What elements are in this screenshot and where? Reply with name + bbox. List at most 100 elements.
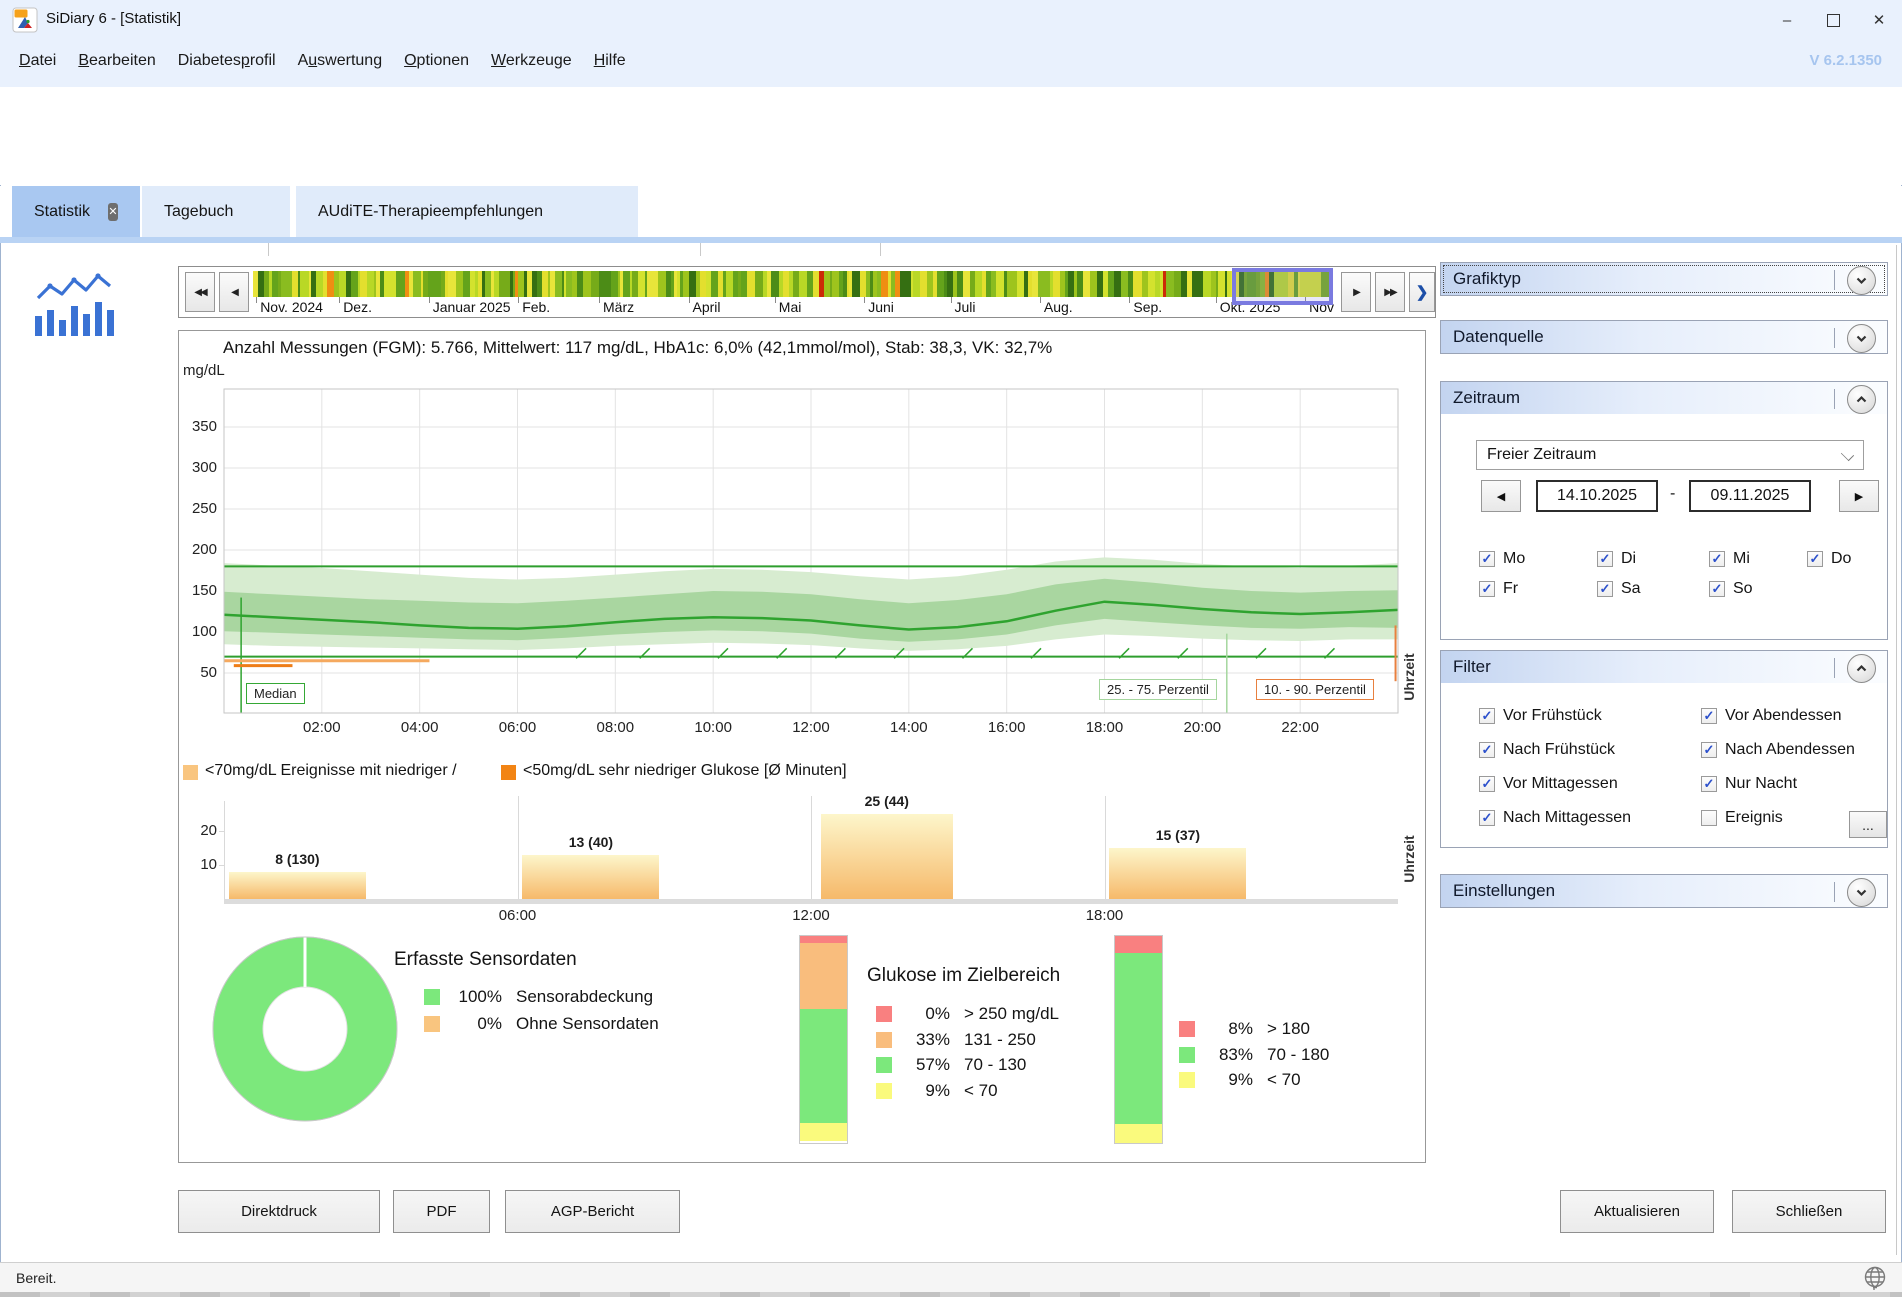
tab-label: Statistik [34, 203, 90, 221]
tab-statistik[interactable]: Statistik ✕ [12, 186, 140, 237]
panel-header-filter[interactable]: Filter [1440, 650, 1888, 684]
legend-label: < 70 [1267, 1070, 1301, 1090]
checkbox-nach-mittagessen[interactable]: ✓Nach Mittagessen [1479, 807, 1701, 828]
legend-swatch [876, 1083, 892, 1099]
menu-auswertung[interactable]: Auswertung [298, 52, 383, 70]
checkbox-checked-icon[interactable]: ✓ [1479, 810, 1495, 826]
checkbox-checked-icon[interactable]: ✓ [1709, 551, 1725, 567]
chevron-up-icon[interactable] [1847, 654, 1876, 683]
timeline-selection[interactable] [1232, 268, 1333, 305]
tab-close-icon[interactable]: ✕ [108, 203, 118, 221]
timeline-heatmap[interactable] [253, 271, 1331, 297]
schlie-en-button[interactable]: Schließen [1732, 1190, 1886, 1233]
legend-swatch [424, 989, 440, 1005]
timeline-month-label: Nov. 2024 [260, 299, 323, 315]
menu-hilfe[interactable]: Hilfe [594, 52, 626, 70]
checkbox-checked-icon[interactable]: ✓ [1709, 581, 1725, 597]
checkbox-vor-abendessen[interactable]: ✓Vor Abendessen [1701, 705, 1887, 726]
menu-datei[interactable]: Datei [19, 52, 56, 70]
panel-header-grafiktyp[interactable]: Grafiktyp [1440, 262, 1888, 296]
checkbox-checked-icon[interactable]: ✓ [1597, 551, 1613, 567]
panel-title: Grafiktyp [1453, 269, 1521, 289]
tir-stacked-bar-simple [1114, 935, 1163, 1144]
checkbox-checked-icon[interactable]: ✓ [1701, 708, 1717, 724]
checkbox-checked-icon[interactable]: ✓ [1479, 708, 1495, 724]
tab-tagebuch[interactable]: Tagebuch [142, 186, 290, 237]
checkbox-sa[interactable]: ✓Sa [1597, 578, 1709, 599]
menu-diabetesprofil[interactable]: Diabetesprofil [178, 52, 276, 70]
low-events-y-tickmark [219, 831, 225, 832]
maximize-button[interactable] [1810, 0, 1856, 40]
timeline-month-tick [951, 297, 952, 303]
chevron-up-icon[interactable] [1847, 385, 1876, 414]
chevron-down-icon[interactable] [1847, 878, 1876, 907]
panel-title: Einstellungen [1453, 881, 1555, 901]
timeline-last-button[interactable]: ▶▶ [1375, 272, 1405, 312]
timeline-prev-button[interactable]: ◀ [219, 272, 249, 312]
legend-pct: 33% [902, 1030, 950, 1050]
tab-audite-therapieempfehlungen[interactable]: AUdiTE-Therapieempfehlungen [296, 186, 638, 237]
aktualisieren-button[interactable]: Aktualisieren [1560, 1190, 1714, 1233]
checkbox-checked-icon[interactable]: ✓ [1701, 776, 1717, 792]
menu-optionen[interactable]: Optionen [404, 52, 469, 70]
legend-label: 131 - 250 [964, 1030, 1036, 1050]
direktdruck-button[interactable]: Direktdruck [178, 1190, 380, 1233]
legend-pct: 83% [1205, 1045, 1253, 1065]
minimize-button[interactable]: – [1764, 0, 1810, 40]
menu-werkzeuge[interactable]: Werkzeuge [491, 52, 572, 70]
status-text: Bereit. [16, 1270, 56, 1286]
checkbox-vor-fr-hst-ck[interactable]: ✓Vor Frühstück [1479, 705, 1701, 726]
panel-header-datenquelle[interactable]: Datenquelle [1440, 320, 1888, 354]
chevron-down-icon[interactable] [1847, 324, 1876, 353]
checkbox-label: Nur Nacht [1725, 775, 1797, 793]
checkbox-checked-icon[interactable]: ✓ [1479, 581, 1495, 597]
toolbar [0, 87, 1902, 185]
filter-more-button[interactable]: ... [1849, 811, 1887, 838]
tir-stacked-bar-detailed [799, 935, 848, 1144]
tab-label: AUdiTE-Therapieempfehlungen [318, 203, 543, 221]
checkbox-fr[interactable]: ✓Fr [1479, 578, 1597, 599]
low-events-y-tick: 20 [191, 822, 217, 839]
checkbox-di[interactable]: ✓Di [1597, 548, 1709, 569]
checkbox-vor-mittagessen[interactable]: ✓Vor Mittagessen [1479, 773, 1701, 794]
tir-legend-row: 0%> 250 mg/dL [876, 1004, 1059, 1024]
panel-title: Datenquelle [1453, 327, 1544, 347]
checkbox-checked-icon[interactable]: ✓ [1479, 742, 1495, 758]
panel-header-einstellungen[interactable]: Einstellungen [1440, 874, 1888, 908]
date-to-field[interactable] [1689, 480, 1811, 512]
checkbox-label: Mo [1503, 550, 1525, 568]
agp-y-tick: 250 [179, 500, 217, 517]
checkbox-nach-abendessen[interactable]: ✓Nach Abendessen [1701, 739, 1887, 760]
close-button[interactable]: ✕ [1856, 0, 1902, 40]
checkbox-mo[interactable]: ✓ Mo [1479, 548, 1597, 569]
checkbox-checked-icon[interactable]: ✓ [1807, 551, 1823, 567]
timeline-forward-button[interactable]: ❯ [1409, 272, 1435, 312]
timeline-next-button[interactable]: ▶ [1341, 272, 1371, 312]
panel-header-zeitraum[interactable]: Zeitraum [1440, 381, 1888, 415]
zeitraum-preset-select[interactable]: Freier Zeitraum [1476, 440, 1864, 470]
checkbox-checked-icon[interactable]: ✓ [1479, 551, 1495, 567]
legend-swatch [876, 1006, 892, 1022]
checkbox-nur-nacht[interactable]: ✓ Nur Nacht [1701, 773, 1887, 794]
version-label: V 6.2.1350 [1809, 52, 1882, 69]
checkbox-mi[interactable]: ✓Mi [1709, 548, 1807, 569]
date-prev-button[interactable]: ◀ [1481, 480, 1521, 512]
date-next-button[interactable]: ▶ [1839, 480, 1879, 512]
agp-bericht-button[interactable]: AGP-Bericht [505, 1190, 680, 1233]
checkbox-checked-icon[interactable]: ✓ [1597, 581, 1613, 597]
checkbox-do[interactable]: ✓Do [1807, 548, 1867, 569]
timeline-month-label: März [603, 299, 634, 315]
checkbox-checked-icon[interactable]: ✓ [1701, 742, 1717, 758]
menu-bearbeiten[interactable]: Bearbeiten [78, 52, 155, 70]
date-from-field[interactable] [1536, 480, 1658, 512]
checkbox-checked-icon[interactable]: ✓ [1479, 776, 1495, 792]
timeline-month-tick [1129, 297, 1130, 303]
checkbox-nach-fr-hst-ck[interactable]: ✓Nach Frühstück [1479, 739, 1701, 760]
timeline-first-button[interactable]: ◀◀ [185, 272, 215, 312]
checkbox-so[interactable]: ✓So [1709, 578, 1807, 599]
checkbox-unchecked-icon[interactable] [1701, 810, 1717, 826]
legend-swatch [1179, 1047, 1195, 1063]
pdf-button[interactable]: PDF [393, 1190, 490, 1233]
chevron-down-icon[interactable] [1847, 266, 1876, 295]
timeline-month-tick [864, 297, 865, 303]
